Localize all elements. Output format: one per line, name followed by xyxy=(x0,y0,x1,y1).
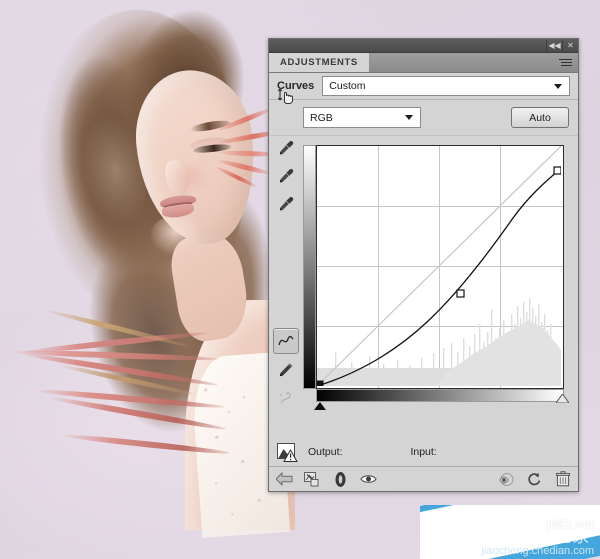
pencil-icon xyxy=(279,363,293,377)
panel-menu-icon[interactable] xyxy=(559,58,572,67)
eye-glyph xyxy=(360,475,377,483)
preview-previous-state-icon[interactable] xyxy=(498,471,515,488)
black-input-slider[interactable] xyxy=(314,402,326,410)
hand-arrows-icon xyxy=(277,88,294,105)
back-arrow-glyph xyxy=(276,472,293,486)
toggle-layer-visibility-icon[interactable] xyxy=(360,471,377,488)
gray-point-eyedropper[interactable] xyxy=(274,164,298,188)
mask-toggle-glyph xyxy=(335,471,346,487)
chevron-down-icon xyxy=(405,115,413,120)
smooth-curve-tool[interactable] xyxy=(274,386,298,410)
chevron-down-icon xyxy=(554,83,562,89)
clip-to-layer-icon[interactable] xyxy=(304,471,321,488)
tabbar-empty-area xyxy=(369,53,578,72)
black-point-eyedropper[interactable] xyxy=(274,136,298,160)
watermark-site: jb51.net xyxy=(547,517,594,531)
channel-row: RGB Auto xyxy=(269,100,578,136)
control-point-mid xyxy=(456,289,465,298)
preview-glyph xyxy=(499,472,514,486)
reset-adjustment-icon[interactable] xyxy=(526,471,543,488)
eyedropper-icon xyxy=(280,196,294,211)
output-input-row: Output: Input: xyxy=(269,438,578,466)
input-label: Input: xyxy=(410,446,437,458)
draw-curve-pencil-tool[interactable] xyxy=(274,358,298,382)
delete-adjustment-layer-icon[interactable] xyxy=(554,471,571,488)
adjustments-panel: ◀◀ ✕ ADJUSTMENTS Curves Custom RGB Auto xyxy=(268,38,579,492)
eyedropper-icon xyxy=(280,140,294,155)
watermark-url: jiaocheng.chedian.com xyxy=(481,545,594,557)
collapse-panel-button[interactable]: ◀◀ xyxy=(546,39,562,52)
control-point-white xyxy=(553,166,561,175)
edit-points-curve-tool[interactable] xyxy=(273,328,299,354)
curve-graph-area xyxy=(303,136,578,438)
panel-footer xyxy=(269,466,578,491)
channel-select[interactable]: RGB xyxy=(303,107,421,128)
panel-tabbar: ADJUSTMENTS xyxy=(269,53,578,73)
eyedropper-icon xyxy=(280,168,294,183)
preset-value: Custom xyxy=(329,80,366,92)
return-to-adjustment-list-icon[interactable] xyxy=(276,471,293,488)
toggle-mask-view-icon[interactable] xyxy=(332,471,349,488)
smooth-curve-icon xyxy=(279,392,291,404)
curve-graph[interactable] xyxy=(316,145,564,389)
panel-body xyxy=(269,88,578,438)
watermark: 系学网教程网之家 jb51.net jiaocheng.chedian.com xyxy=(420,505,600,559)
curve-icon xyxy=(278,335,294,346)
histogram xyxy=(317,298,561,386)
sample-in-image-tool[interactable] xyxy=(274,84,298,108)
curves-tool-rail xyxy=(269,88,303,438)
control-point-black xyxy=(317,380,324,386)
preset-select[interactable]: Custom xyxy=(322,76,570,96)
panel-titlebar: ◀◀ ✕ xyxy=(269,39,578,53)
reset-glyph xyxy=(528,472,541,485)
output-label: Output: xyxy=(308,446,343,458)
channel-value: RGB xyxy=(310,111,333,124)
auto-button[interactable]: Auto xyxy=(511,107,569,128)
clip-layer-glyph xyxy=(304,471,319,486)
output-gradient-bar xyxy=(303,145,316,389)
trash-glyph xyxy=(555,471,570,487)
white-point-eyedropper[interactable] xyxy=(274,192,298,216)
close-icon[interactable]: ✕ xyxy=(562,39,578,52)
clipping-warning-glyph xyxy=(277,442,298,462)
curve-plot xyxy=(317,146,561,386)
clipping-warning-icon[interactable] xyxy=(277,442,298,462)
tab-adjustments[interactable]: ADJUSTMENTS xyxy=(269,53,369,72)
screenshot-root: 系学网教程网之家 jb51.net jiaocheng.chedian.com … xyxy=(0,0,600,559)
curves-preset-row: Curves Custom xyxy=(269,73,578,100)
input-gradient-bar xyxy=(316,389,564,402)
white-slider-triangle xyxy=(556,394,569,403)
white-input-slider[interactable] xyxy=(556,394,569,410)
